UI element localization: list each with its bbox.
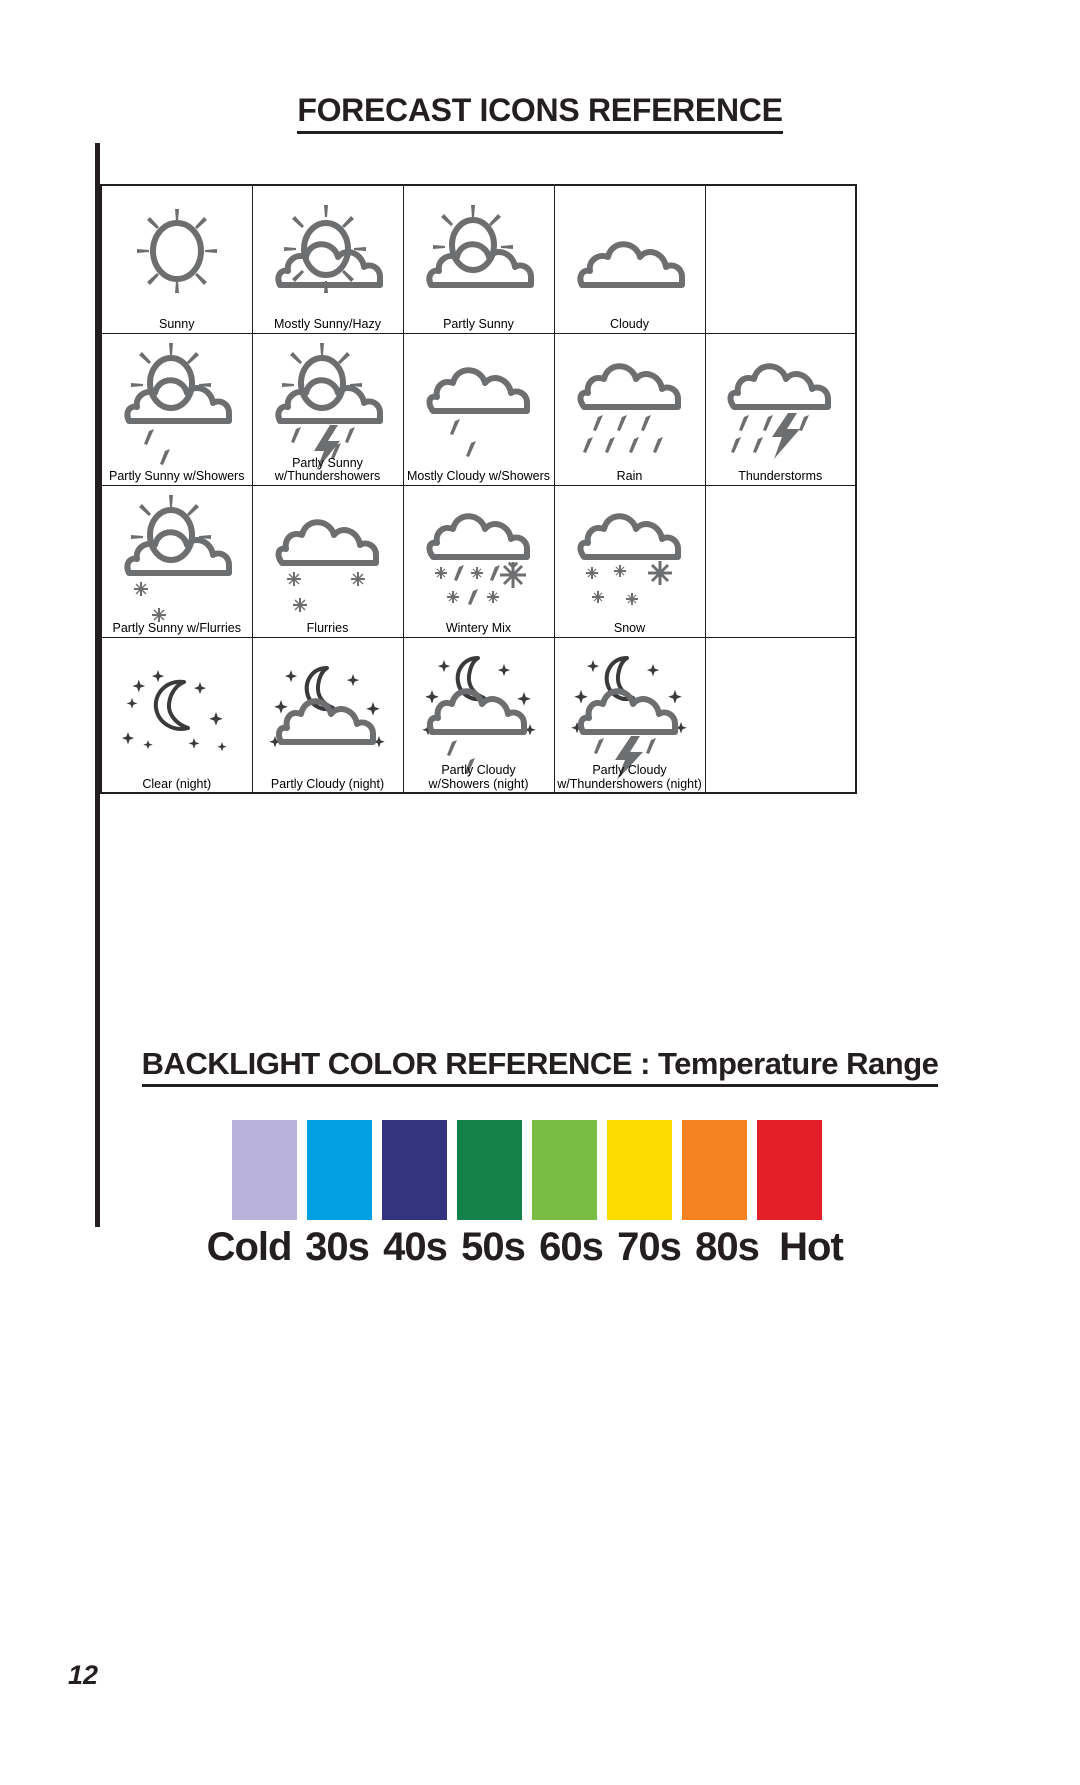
color-swatch-70s bbox=[607, 1120, 672, 1220]
table-row: Partly Sunny w/Flurries Flurries Wintery… bbox=[100, 484, 857, 638]
icon-cell-label: Partly Sunny w/Thundershowers bbox=[274, 455, 381, 483]
icon-cell-sunny: Sunny bbox=[100, 184, 253, 334]
thunderstorms-icon bbox=[706, 334, 856, 469]
icon-cell-label: Cloudy bbox=[610, 317, 649, 331]
icon-cell-partly-cloudy-thundershowers-night: Partly Cloudy w/Thundershowers (night) bbox=[553, 636, 706, 794]
mostly-sunny-hazy-icon bbox=[253, 186, 403, 317]
temperature-label-60s: 60s bbox=[539, 1224, 604, 1269]
table-row: Sunny Mostly Sunny/Hazy Partly Sunny Clo… bbox=[100, 184, 857, 334]
partly-sunny-thundershowers-icon bbox=[253, 334, 403, 471]
mixed-precip-glyphs bbox=[434, 561, 526, 605]
cloudy-icon bbox=[555, 186, 705, 317]
icon-cell-empty bbox=[704, 184, 857, 334]
rain-icon bbox=[555, 334, 705, 469]
icon-cell-label: Mostly Sunny/Hazy bbox=[274, 317, 381, 331]
temperature-label-hot: Hot bbox=[779, 1224, 844, 1269]
icon-cell-empty bbox=[704, 484, 857, 638]
icon-cell-label: Partly Cloudy (night) bbox=[270, 776, 385, 791]
icon-cell-snow: Snow bbox=[553, 484, 706, 638]
backlight-color-heading-text: BACKLIGHT COLOR REFERENCE : Temperature … bbox=[141, 1046, 939, 1087]
temperature-label-50s: 50s bbox=[461, 1224, 526, 1269]
icon-cell-partly-sunny-showers: Partly Sunny w/Showers bbox=[100, 332, 253, 486]
icon-cell-label: Mostly Cloudy w/Showers bbox=[406, 469, 551, 483]
flurries-icon bbox=[253, 486, 403, 621]
snow-icon bbox=[555, 486, 705, 621]
icon-cell-clear-night: Clear (night) bbox=[100, 636, 253, 794]
partly-cloudy-showers-night-icon bbox=[404, 638, 554, 777]
icon-cell-partly-cloudy-night: Partly Cloudy (night) bbox=[251, 636, 404, 794]
icon-cell-label: Wintery Mix bbox=[445, 621, 512, 635]
icon-cell-label: Partly Cloudy w/Showers (night) bbox=[428, 763, 529, 791]
partly-cloudy-thundershowers-night-icon bbox=[555, 638, 705, 780]
temperature-label-70s: 70s bbox=[617, 1224, 682, 1269]
forecast-icon-table: Sunny Mostly Sunny/Hazy Partly Sunny Clo… bbox=[100, 184, 857, 794]
table-row: Clear (night) Partly Cloudy (night) Part… bbox=[100, 636, 857, 794]
forecast-icons-heading: FORECAST ICONS REFERENCE bbox=[0, 92, 1080, 134]
icon-cell-partly-sunny: Partly Sunny bbox=[402, 184, 555, 334]
icon-cell-label: Sunny bbox=[159, 317, 195, 331]
icon-cell-label: Flurries bbox=[306, 621, 349, 635]
backlight-swatch-row bbox=[232, 1120, 852, 1220]
icon-cell-label: Rain bbox=[616, 469, 643, 483]
snowflake-glyphs bbox=[133, 582, 166, 622]
partly-sunny-icon bbox=[404, 186, 554, 317]
icon-cell-partly-sunny-flurries: Partly Sunny w/Flurries bbox=[100, 484, 253, 638]
color-swatch-30s bbox=[307, 1120, 372, 1220]
icon-cell-label: Thunderstorms bbox=[738, 469, 823, 483]
mostly-cloudy-showers-icon bbox=[404, 334, 554, 469]
icon-cell-partly-sunny-thundershowers: Partly Sunny w/Thundershowers bbox=[251, 332, 404, 486]
snowflake-glyphs bbox=[585, 561, 672, 605]
backlight-color-heading: BACKLIGHT COLOR REFERENCE : Temperature … bbox=[0, 1046, 1080, 1087]
icon-cell-empty bbox=[704, 636, 857, 794]
icon-cell-label: Partly Sunny w/Flurries bbox=[112, 621, 241, 635]
icon-cell-label: Partly Sunny bbox=[443, 317, 514, 331]
color-swatch-80s bbox=[682, 1120, 747, 1220]
icon-cell-mostly-cloudy-showers: Mostly Cloudy w/Showers bbox=[402, 332, 555, 486]
color-swatch-40s bbox=[382, 1120, 447, 1220]
page-root: FORECAST ICONS REFERENCE Sunny Mostly Su… bbox=[0, 0, 1080, 1785]
icon-cell-wintery-mix: Wintery Mix bbox=[402, 484, 555, 638]
forecast-icons-heading-text: FORECAST ICONS REFERENCE bbox=[297, 92, 783, 134]
icon-cell-mostly-sunny-hazy: Mostly Sunny/Hazy bbox=[251, 184, 404, 334]
color-swatch-cold bbox=[232, 1120, 297, 1220]
temperature-label-40s: 40s bbox=[383, 1224, 448, 1269]
icon-cell-label: Partly Cloudy w/Thundershowers (night) bbox=[557, 763, 702, 791]
icon-cell-cloudy: Cloudy bbox=[553, 184, 706, 334]
color-swatch-hot bbox=[757, 1120, 822, 1220]
icon-cell-flurries: Flurries bbox=[251, 484, 404, 638]
temperature-label-30s: 30s bbox=[305, 1224, 370, 1269]
partly-sunny-showers-icon bbox=[102, 334, 252, 469]
page-number: 12 bbox=[68, 1660, 99, 1690]
temperature-label-80s: 80s bbox=[695, 1224, 760, 1269]
color-swatch-60s bbox=[532, 1120, 597, 1220]
table-row: Partly Sunny w/Showers Partly Sunny w/Th… bbox=[100, 332, 857, 486]
icon-cell-partly-cloudy-showers-night: Partly Cloudy w/Showers (night) bbox=[402, 636, 555, 794]
color-swatch-50s bbox=[457, 1120, 522, 1220]
icon-cell-label: Partly Sunny w/Showers bbox=[109, 469, 245, 483]
wintery-mix-icon bbox=[404, 486, 554, 621]
partly-sunny-flurries-icon bbox=[102, 486, 252, 622]
partly-cloudy-night-icon bbox=[253, 638, 403, 777]
icon-cell-thunderstorms: Thunderstorms bbox=[704, 332, 857, 486]
temperature-label-cold: Cold bbox=[206, 1224, 293, 1269]
snowflake-glyphs bbox=[286, 572, 365, 612]
clear-night-icon bbox=[102, 638, 252, 777]
icon-cell-label: Clear (night) bbox=[142, 776, 212, 791]
sunny-icon bbox=[102, 186, 252, 317]
icon-cell-label: Snow bbox=[613, 621, 646, 635]
icon-cell-rain: Rain bbox=[553, 332, 706, 486]
temperature-label-row: Cold 30s 40s 50s 60s 70s 80s Hot bbox=[200, 1222, 890, 1272]
